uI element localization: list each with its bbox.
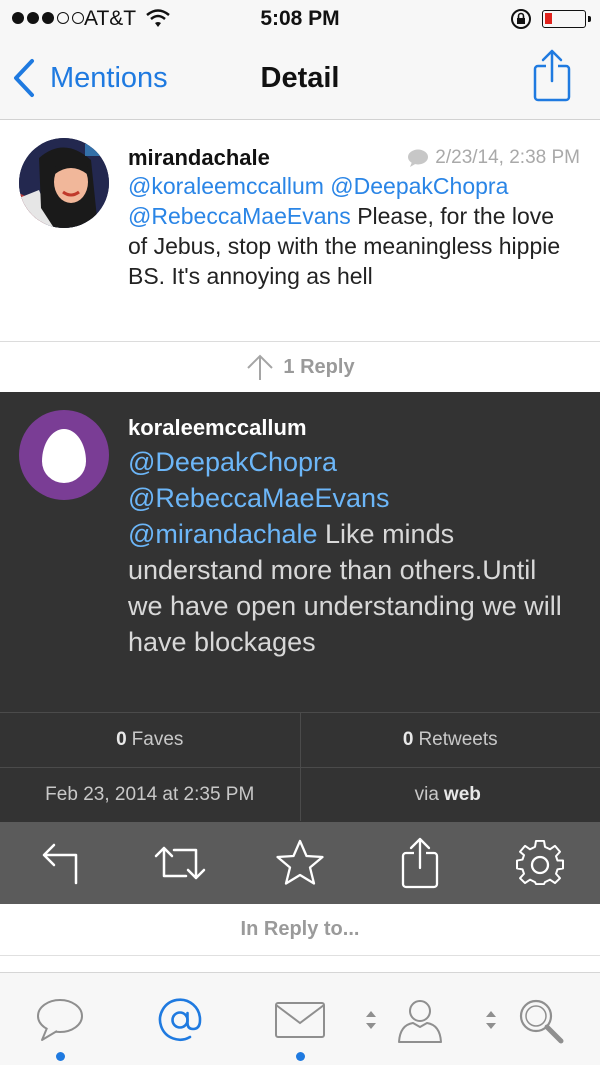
share-icon	[401, 837, 439, 889]
original-tweet[interactable]: mirandachale 2/23/14, 2:38 PM @koraleemc…	[0, 121, 600, 341]
retweet-icon	[154, 846, 206, 880]
profile-icon	[398, 999, 442, 1043]
unread-indicator	[296, 1052, 305, 1061]
reply-button[interactable]	[0, 822, 120, 904]
faves-number: 0	[116, 729, 127, 750]
tweet-stats: 0 Faves 0 Retweets Feb 23, 2014 at 2:35 PM…	[0, 712, 600, 822]
tab-messages[interactable]	[240, 973, 360, 1065]
tweet-author[interactable]: mirandachale	[128, 145, 270, 171]
conversation-icon	[408, 149, 429, 167]
rotation-lock-icon	[511, 9, 531, 29]
timestamp-text: 2/23/14, 2:38 PM	[435, 147, 580, 168]
unread-indicator	[56, 1052, 65, 1061]
mention-link[interactable]: @RebeccaMaeEvans	[128, 483, 390, 513]
account-switch-icon	[366, 1011, 376, 1029]
retweet-button[interactable]	[120, 822, 240, 904]
tab-mentions[interactable]	[120, 973, 240, 1065]
tweet-body: @koraleemccallum @DeepakChopra @RebeccaM…	[128, 171, 578, 291]
via-label: via	[414, 783, 439, 805]
chat-bubble-icon	[37, 998, 83, 1041]
via-source: web	[443, 783, 481, 805]
back-label: Mentions	[50, 61, 168, 94]
mention-link[interactable]: @DeepakChopra	[330, 173, 508, 199]
reply-tweet[interactable]: koraleemccallum @DeepakChopra @RebeccaMa…	[0, 392, 600, 712]
faves-count[interactable]: 0 Faves	[0, 713, 300, 767]
reply-count-bar[interactable]: 1 Reply	[0, 341, 600, 392]
default-egg-avatar	[42, 429, 86, 483]
retweets-number: 0	[402, 729, 414, 750]
mention-link[interactable]: @koraleemccallum	[128, 173, 324, 199]
tweet-timestamp: 2/23/14, 2:38 PM	[407, 147, 580, 169]
avatar[interactable]	[19, 138, 109, 228]
faves-label: Faves	[131, 729, 184, 750]
favorite-button[interactable]	[240, 822, 360, 904]
search-icon	[519, 999, 564, 1043]
mention-link[interactable]: @mirandachale	[128, 519, 318, 549]
retweets-label: Retweets	[418, 729, 498, 750]
reply-icon	[42, 843, 78, 885]
settings-icon	[516, 839, 564, 886]
tweet-author[interactable]: koraleemccallum	[128, 415, 307, 441]
tweet-body: @DeepakChopra @RebeccaMaeEvans @mirandac…	[128, 444, 578, 660]
tab-profile[interactable]	[360, 973, 480, 1065]
reply-count: 1 Reply	[283, 356, 354, 379]
arrow-up-icon	[247, 354, 274, 380]
status-bar: AT&T 5:08 PM	[0, 0, 600, 40]
back-button[interactable]: Mentions	[12, 58, 168, 98]
tab-search[interactable]	[480, 973, 600, 1065]
share-icon[interactable]	[532, 48, 572, 104]
favorite-icon	[276, 839, 324, 885]
mention-link[interactable]: @DeepakChopra	[128, 447, 337, 477]
reply-count-number: 1	[283, 355, 295, 378]
at-sign-icon	[158, 997, 202, 1041]
in-reply-to-link[interactable]: In Reply to...	[0, 904, 600, 956]
reply-count-label: Reply	[300, 355, 355, 378]
settings-button[interactable]	[480, 822, 600, 904]
tweet-action-bar	[0, 822, 600, 904]
mention-link[interactable]: @RebeccaMaeEvans	[128, 203, 351, 229]
search-options-icon	[486, 1011, 496, 1029]
profile-photo	[19, 138, 109, 228]
in-reply-to-label: In Reply to...	[240, 918, 360, 940]
tweet-source[interactable]: via web	[299, 768, 600, 821]
share-button[interactable]	[360, 822, 480, 904]
chevron-left-icon	[14, 59, 34, 97]
tab-timeline[interactable]	[0, 973, 120, 1065]
tab-bar	[0, 972, 600, 1065]
navigation-header: AT&T 5:08 PM Mentions Detail	[0, 0, 600, 120]
envelope-icon	[275, 1001, 325, 1038]
avatar[interactable]	[19, 410, 109, 500]
battery-icon	[542, 10, 591, 28]
retweets-count[interactable]: 0 Retweets	[299, 713, 600, 767]
tweet-date: Feb 23, 2014 at 2:35 PM	[45, 783, 255, 805]
